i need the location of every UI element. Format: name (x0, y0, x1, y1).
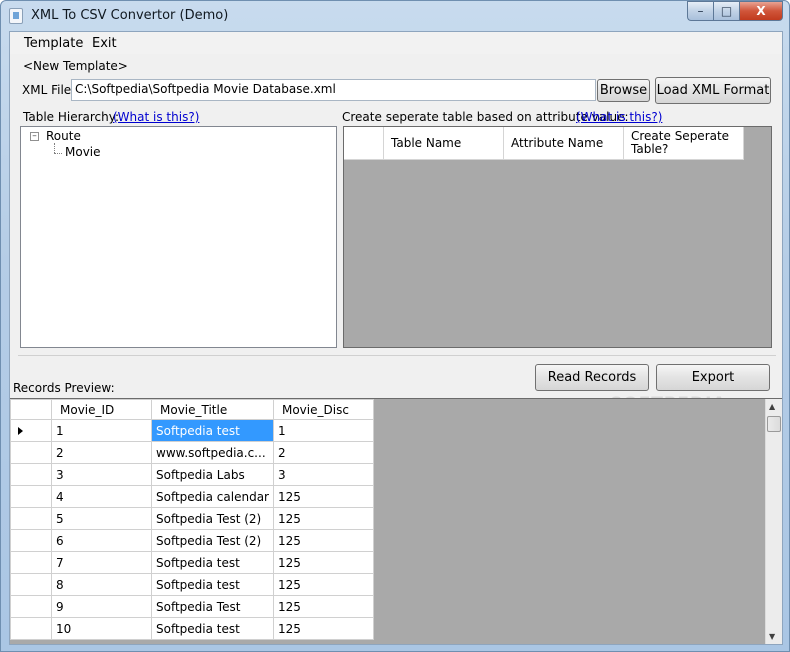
table-row[interactable]: 5 Softpedia Test (2) 125 (10, 507, 374, 530)
template-title: <New Template> (23, 59, 128, 73)
divider (18, 355, 776, 356)
cell-movie-id[interactable]: 3 (51, 463, 152, 486)
vertical-scrollbar[interactable]: ▲ ▼ (765, 399, 782, 644)
row-header[interactable] (10, 573, 52, 596)
read-records-button[interactable]: Read Records (535, 364, 649, 391)
table-hierarchy-help-link[interactable]: (What is this?) (113, 110, 199, 124)
attribute-grid-header: Table Name Attribute Name Create Seperat… (344, 127, 745, 160)
collapse-icon[interactable]: – (30, 132, 39, 141)
row-header[interactable] (10, 419, 52, 442)
cell-movie-disc[interactable]: 125 (272, 529, 374, 552)
xml-file-path-input[interactable]: C:\Softpedia\Softpedia Movie Database.xm… (71, 79, 596, 101)
tree-connector (54, 153, 62, 154)
cell-movie-title[interactable]: Softpedia Test (2) (151, 507, 274, 530)
table-row[interactable]: 7 Softpedia test 125 (10, 551, 374, 574)
row-header[interactable] (10, 463, 52, 486)
column-header-table-name[interactable]: Table Name (384, 127, 504, 160)
cell-movie-disc[interactable]: 1 (272, 419, 374, 442)
cell-movie-disc[interactable]: 125 (272, 595, 374, 618)
row-header[interactable] (10, 551, 52, 574)
caption-buttons: – □ X (687, 1, 783, 21)
row-header[interactable] (10, 529, 52, 552)
menu-bar: Template Exit (10, 32, 782, 54)
cell-movie-disc[interactable]: 125 (272, 551, 374, 574)
cell-movie-disc[interactable]: 3 (272, 463, 374, 486)
client-area: Template Exit <New Template> XML File C:… (9, 31, 783, 645)
row-header[interactable] (10, 441, 52, 464)
cell-movie-title[interactable]: Softpedia test (151, 573, 274, 596)
cell-movie-disc[interactable]: 125 (272, 573, 374, 596)
cell-movie-id[interactable]: 8 (51, 573, 152, 596)
column-header-create-separate-table[interactable]: Create Seperate Table? (624, 127, 744, 160)
row-header-corner (10, 399, 52, 420)
cell-movie-title[interactable]: Softpedia Labs (151, 463, 274, 486)
records-table: Movie_ID Movie_Title Movie_Disc 1 Softpe… (10, 399, 374, 640)
table-hierarchy-label: Table Hierarchy: (23, 110, 120, 124)
records-header-row: Movie_ID Movie_Title Movie_Disc (10, 399, 374, 420)
tree-connector (54, 143, 55, 153)
row-header-corner (344, 127, 384, 160)
cell-movie-id[interactable]: 9 (51, 595, 152, 618)
column-header-movie-id[interactable]: Movie_ID (51, 399, 152, 420)
app-icon (9, 8, 23, 24)
cell-movie-title[interactable]: Softpedia calendar (151, 485, 274, 508)
table-row[interactable]: 10 Softpedia test 125 (10, 617, 374, 640)
cell-movie-title[interactable]: Softpedia test (151, 617, 274, 640)
table-row[interactable]: 8 Softpedia test 125 (10, 573, 374, 596)
cell-movie-disc[interactable]: 125 (272, 507, 374, 530)
current-row-arrow-icon (18, 426, 23, 435)
row-header[interactable] (10, 595, 52, 618)
cell-movie-id[interactable]: 7 (51, 551, 152, 574)
records-preview-grid[interactable]: Movie_ID Movie_Title Movie_Disc 1 Softpe… (10, 398, 782, 644)
xml-file-label: XML File (22, 83, 72, 97)
cell-movie-id[interactable]: 1 (51, 419, 152, 442)
title-bar[interactable]: XML To CSV Convertor (Demo) – □ X (1, 1, 789, 31)
maximize-button[interactable]: □ (713, 1, 739, 21)
cell-movie-title[interactable]: Softpedia Test (2) (151, 529, 274, 552)
cell-movie-title[interactable]: Softpedia test (151, 419, 274, 442)
cell-movie-id[interactable]: 4 (51, 485, 152, 508)
cell-movie-title[interactable]: www.softpedia.c... (151, 441, 274, 464)
export-button[interactable]: Export (656, 364, 770, 391)
row-header[interactable] (10, 485, 52, 508)
app-window: XML To CSV Convertor (Demo) – □ X Templa… (0, 0, 790, 652)
table-row[interactable]: 6 Softpedia Test (2) 125 (10, 529, 374, 552)
column-header-movie-disc[interactable]: Movie_Disc (272, 399, 374, 420)
scroll-thumb[interactable] (767, 416, 781, 432)
cell-movie-id[interactable]: 10 (51, 617, 152, 640)
attribute-table-help-link[interactable]: (What is this?) (576, 110, 662, 124)
column-header-movie-title[interactable]: Movie_Title (151, 399, 274, 420)
minimize-button[interactable]: – (687, 1, 713, 21)
cell-movie-id[interactable]: 5 (51, 507, 152, 530)
row-header[interactable] (10, 507, 52, 530)
window-title: XML To CSV Convertor (Demo) (31, 8, 229, 23)
menu-template[interactable]: Template (24, 36, 83, 51)
cell-movie-disc[interactable]: 2 (272, 441, 374, 464)
row-header[interactable] (10, 617, 52, 640)
load-xml-format-button[interactable]: Load XML Format (655, 77, 771, 104)
table-row[interactable]: 1 Softpedia test 1 (10, 419, 374, 442)
table-row[interactable]: 3 Softpedia Labs 3 (10, 463, 374, 486)
cell-movie-title[interactable]: Softpedia test (151, 551, 274, 574)
cell-movie-title[interactable]: Softpedia Test (151, 595, 274, 618)
attribute-table-grid[interactable]: Table Name Attribute Name Create Seperat… (343, 126, 772, 348)
cell-movie-id[interactable]: 2 (51, 441, 152, 464)
table-row[interactable]: 9 Softpedia Test 125 (10, 595, 374, 618)
scroll-down-arrow-icon[interactable]: ▼ (769, 632, 775, 641)
records-preview-label: Records Preview: (13, 381, 115, 395)
column-header-attribute-name[interactable]: Attribute Name (504, 127, 624, 160)
table-hierarchy-tree[interactable]: – Route Movie (20, 126, 337, 348)
table-row[interactable]: 4 Softpedia calendar 125 (10, 485, 374, 508)
tree-node-movie[interactable]: Movie (65, 145, 101, 159)
cell-movie-disc[interactable]: 125 (272, 617, 374, 640)
tree-node-route[interactable]: Route (46, 129, 81, 143)
table-row[interactable]: 2 www.softpedia.c... 2 (10, 441, 374, 464)
browse-button[interactable]: Browse (597, 79, 650, 102)
cell-movie-disc[interactable]: 125 (272, 485, 374, 508)
cell-movie-id[interactable]: 6 (51, 529, 152, 552)
menu-exit[interactable]: Exit (92, 36, 117, 51)
scroll-up-arrow-icon[interactable]: ▲ (769, 402, 775, 411)
close-button[interactable]: X (739, 1, 783, 21)
